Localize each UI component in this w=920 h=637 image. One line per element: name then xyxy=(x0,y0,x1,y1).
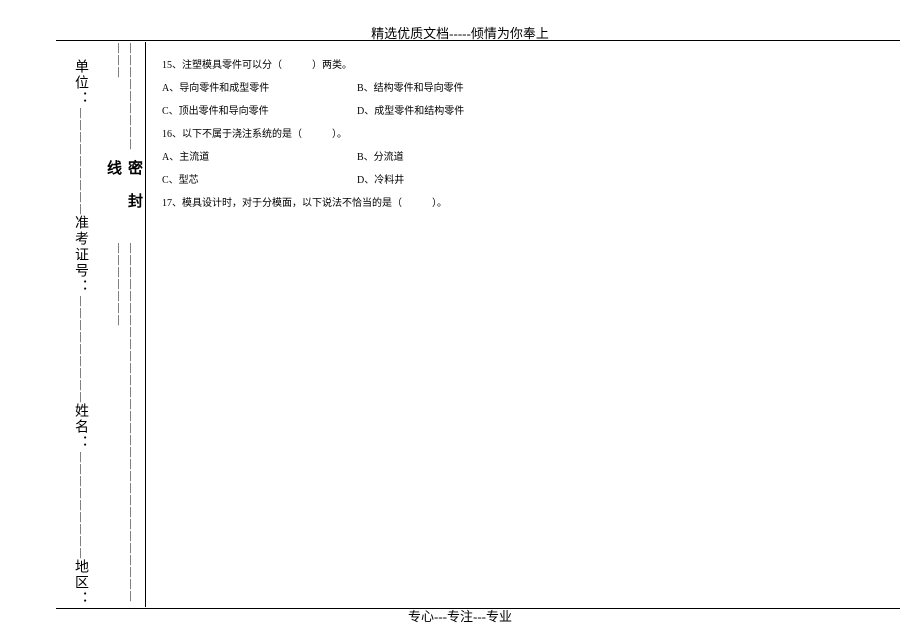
page-footer: 专心---专注---专业 xyxy=(0,606,920,625)
seal-label: 密封线 xyxy=(103,160,145,241)
seal-line-segment: ︱︱︱︱︱︱︱︱︱︱︱︱ xyxy=(112,42,136,160)
question-stem: 17、模具设计时，对于分模面，以下说法不恰当的是（ ）。 xyxy=(162,192,870,215)
option-row: C、型芯 D、冷料井 xyxy=(162,169,870,192)
seal-line-segment: ︱︱︱︱︱︱︱︱︱︱︱︱︱︱︱︱︱︱︱︱︱︱︱︱︱︱︱︱︱︱︱︱︱︱︱︱︱ xyxy=(112,242,136,607)
field-line: ︱︱︱︱︱︱︱︱︱ xyxy=(74,107,86,215)
field-name: 姓名： xyxy=(70,403,90,451)
field-region: 地区： xyxy=(70,559,90,607)
option-c: C、顶出零件和导向零件 xyxy=(162,100,357,123)
option-row: A、主流道 B、分流道 xyxy=(162,146,870,169)
header-divider xyxy=(56,40,900,41)
option-d: D、冷料井 xyxy=(357,169,870,192)
question-stem: 15、注塑模具零件可以分（ ）两类。 xyxy=(162,54,870,77)
option-row: A、导向零件和成型零件 B、结构零件和导向零件 xyxy=(162,77,870,100)
option-b: B、结构零件和导向零件 xyxy=(357,77,870,100)
field-exam-id: 准考证号： xyxy=(70,215,90,295)
option-a: A、主流道 xyxy=(162,146,357,169)
option-b: B、分流道 xyxy=(357,146,870,169)
field-line: ︱︱︱︱︱︱︱︱︱ xyxy=(74,295,86,403)
form-fields-column: 单位： ︱︱︱︱︱︱︱︱︱ 准考证号： ︱︱︱︱︱︱︱︱︱ 姓名： ︱︱︱︱︱︱… xyxy=(70,42,90,607)
binding-sidebar: 单位： ︱︱︱︱︱︱︱︱︱ 准考证号： ︱︱︱︱︱︱︱︱︱ 姓名： ︱︱︱︱︱︱… xyxy=(56,42,146,607)
option-d: D、成型零件和结构零件 xyxy=(357,100,870,123)
field-unit: 单位： xyxy=(70,59,90,107)
question-stem: 16、以下不属于浇注系统的是（ ）。 xyxy=(162,123,870,146)
field-line: ︱︱︱︱︱︱︱︱︱ xyxy=(74,451,86,559)
option-a: A、导向零件和成型零件 xyxy=(162,77,357,100)
option-row: C、顶出零件和导向零件 D、成型零件和结构零件 xyxy=(162,100,870,123)
content-left-border xyxy=(145,42,146,607)
option-c: C、型芯 xyxy=(162,169,357,192)
exam-content: 15、注塑模具零件可以分（ ）两类。 A、导向零件和成型零件 B、结构零件和导向… xyxy=(162,54,870,215)
seal-line-column: ︱︱︱︱︱︱︱︱︱︱︱︱ 密封线 ︱︱︱︱︱︱︱︱︱︱︱︱︱︱︱︱︱︱︱︱︱︱︱… xyxy=(114,42,134,607)
